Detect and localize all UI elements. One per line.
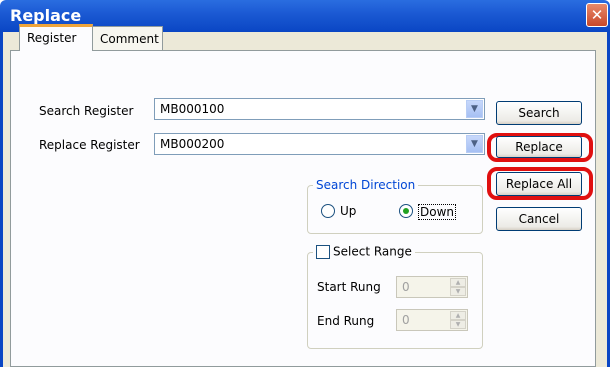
cancel-button-label: Cancel (518, 212, 560, 226)
cancel-button[interactable]: Cancel (496, 207, 582, 231)
window-title: Replace (10, 6, 82, 25)
select-range-checkbox[interactable] (316, 244, 330, 259)
arrow-up-icon: ▲ (450, 278, 466, 287)
search-register-combo[interactable]: MB000100 ▼ (154, 98, 485, 120)
search-direction-legend: Search Direction (313, 178, 419, 192)
radio-down-label[interactable]: Down (418, 204, 457, 220)
select-range-label[interactable]: Select Range (333, 245, 412, 259)
start-rung-value: 0 (402, 280, 410, 294)
replace-all-button-label: Replace All (505, 177, 573, 191)
chevron-down-icon[interactable]: ▼ (466, 135, 483, 153)
radio-selected-dot (403, 208, 409, 214)
arrow-up-icon: ▲ (450, 311, 466, 320)
arrow-down-icon: ▼ (450, 320, 466, 329)
search-register-value: MB000100 (160, 102, 225, 116)
replace-register-combo[interactable]: MB000200 ▼ (154, 133, 485, 155)
tab-comment-label: Comment (100, 32, 159, 46)
search-button[interactable]: Search (496, 101, 582, 125)
end-rung-label: End Rung (317, 314, 375, 328)
replace-register-value: MB000200 (160, 137, 225, 151)
search-button-label: Search (518, 106, 560, 120)
replace-button[interactable]: Replace (496, 136, 582, 158)
select-range-legend: Select Range (313, 244, 415, 259)
close-icon: ✕ (590, 6, 604, 24)
start-rung-spinner: 0 ▲ ▼ (396, 276, 468, 298)
tab-comment[interactable]: Comment (92, 26, 163, 50)
end-rung-value: 0 (402, 313, 410, 327)
close-button[interactable]: ✕ (586, 3, 608, 27)
tab-register-label: Register (27, 31, 77, 45)
arrow-down-icon: ▼ (450, 287, 466, 296)
end-rung-spinner: 0 ▲ ▼ (396, 309, 468, 331)
search-register-label: Search Register (39, 104, 134, 118)
replace-register-label: Replace Register (39, 138, 140, 152)
radio-up-label[interactable]: Up (340, 204, 356, 218)
replace-all-button[interactable]: Replace All (496, 172, 582, 196)
select-range-group (307, 252, 483, 349)
tab-register[interactable]: Register (19, 24, 93, 51)
replace-button-label: Replace (515, 140, 563, 154)
radio-down[interactable] (399, 204, 413, 218)
chevron-down-icon[interactable]: ▼ (466, 100, 483, 118)
radio-up[interactable] (321, 204, 335, 218)
start-rung-label: Start Rung (317, 280, 381, 294)
